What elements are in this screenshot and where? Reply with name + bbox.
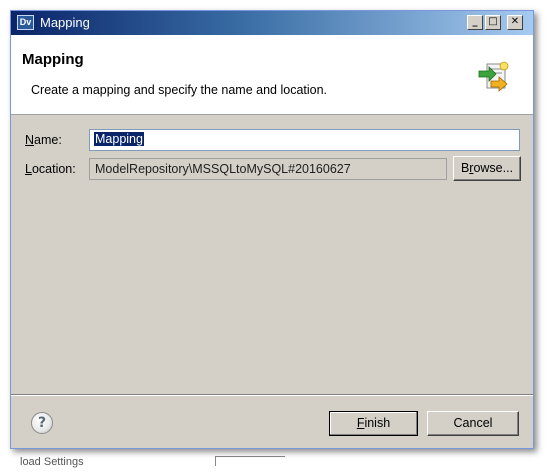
close-button[interactable]: ✕ — [507, 15, 523, 30]
footer-separator — [11, 394, 533, 396]
name-input[interactable]: Mapping — [89, 129, 520, 151]
mapping-dialog: Dv Mapping _ □ ✕ Mapping Create a mappin… — [10, 10, 534, 449]
background-editor: load Settings — [0, 452, 549, 474]
maximize-button[interactable]: □ — [485, 15, 501, 30]
page-title: Mapping — [22, 51, 84, 68]
location-field[interactable]: ModelRepository\MSSQLtoMySQL#20160627 — [89, 158, 447, 180]
app-icon: Dv — [17, 15, 34, 30]
help-icon[interactable]: ? — [31, 412, 53, 434]
location-label: Location: — [25, 162, 76, 176]
cancel-button[interactable]: Cancel — [427, 411, 519, 436]
finish-button[interactable]: Finish — [329, 411, 418, 436]
browse-button[interactable]: Browse... — [453, 156, 521, 181]
background-divider — [215, 456, 285, 466]
minimize-button[interactable]: _ — [467, 15, 483, 30]
wizard-header: Mapping Create a mapping and specify the… — [11, 35, 533, 115]
name-input-selected-text: Mapping — [94, 132, 144, 146]
background-text: load Settings — [20, 456, 84, 468]
page-description: Create a mapping and specify the name an… — [31, 83, 328, 97]
new-mapping-wizard-icon — [478, 61, 509, 92]
screen: load Settings Dv Mapping _ □ ✕ Mapping C… — [0, 0, 549, 474]
title-bar[interactable]: Dv Mapping _ □ ✕ — [11, 11, 533, 35]
name-label: Name: — [25, 133, 62, 147]
window-title: Mapping — [40, 15, 90, 30]
